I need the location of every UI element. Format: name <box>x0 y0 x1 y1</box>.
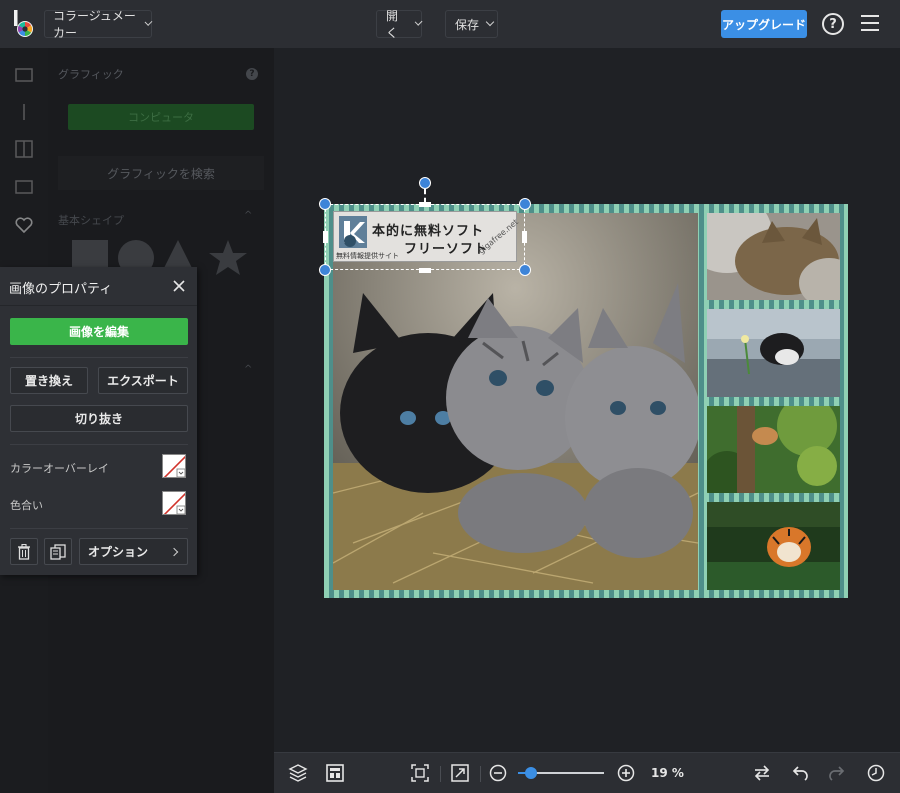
playing-kitten-photo[interactable] <box>707 309 840 397</box>
background-icon[interactable] <box>15 178 33 196</box>
heart-icon[interactable] <box>15 216 33 234</box>
options-button[interactable]: オプション <box>79 538 188 565</box>
sleeping-kitten-image <box>707 213 840 300</box>
zoom-in-icon[interactable] <box>616 763 636 783</box>
redo-icon[interactable] <box>827 763 847 783</box>
edit-image-button[interactable]: 画像を編集 <box>10 318 188 345</box>
open-label: 開く <box>386 9 399 40</box>
collage-maker-dropdown[interactable]: コラージュメーカー <box>44 9 153 40</box>
trash-icon <box>18 543 30 560</box>
zoom-out-icon[interactable] <box>488 763 508 783</box>
divider <box>10 357 188 358</box>
divider <box>10 444 188 445</box>
tint-swatch[interactable] <box>162 491 186 515</box>
close-icon[interactable] <box>172 279 186 293</box>
options-label: オプション <box>88 545 149 559</box>
duplicate-icon <box>50 543 66 560</box>
computer-button[interactable]: コンピュータ <box>68 104 254 130</box>
color-overlay-swatch[interactable] <box>162 454 186 478</box>
resize-handle-bottom-left[interactable] <box>319 264 331 276</box>
resize-handle-left[interactable] <box>323 231 328 243</box>
duplicate-button[interactable] <box>44 538 72 565</box>
tiger-image <box>707 502 840 590</box>
hamburger-menu-icon[interactable] <box>861 15 879 31</box>
resize-handle-bottom-right[interactable] <box>519 264 531 276</box>
basic-shapes-label: 基本シェイプ <box>58 214 124 227</box>
save-label: 保存 <box>455 17 480 32</box>
star-shape-icon <box>209 240 247 275</box>
resize-handle-bottom[interactable] <box>419 268 431 273</box>
collapse-caret-icon[interactable]: ^ <box>244 364 252 375</box>
tiger-photo[interactable] <box>707 502 840 590</box>
rotate-handle[interactable] <box>419 177 431 189</box>
image-properties-panel: 画像のプロパティ 画像を編集 置き換え エクスポート 切り抜き カラーオーバーレ… <box>0 267 197 575</box>
rotate-stem <box>424 189 426 203</box>
collapse-caret-icon[interactable]: ^ <box>244 210 252 221</box>
swap-icon[interactable] <box>752 763 772 783</box>
replace-button[interactable]: 置き換え <box>10 367 88 394</box>
image-properties-title: 画像のプロパティ <box>9 282 113 297</box>
toolbar-divider <box>440 766 441 782</box>
chevron-down-icon <box>485 17 495 27</box>
no-color-icon <box>163 492 185 514</box>
top-bar: コラージュメーカー 開く 保存 アップグレード ? <box>0 0 900 48</box>
zoom-slider-handle[interactable] <box>525 767 537 779</box>
grid-layout-icon[interactable] <box>325 763 345 783</box>
toolbar-divider <box>480 766 481 782</box>
collage-maker-label: コラージュメーカー <box>53 9 136 40</box>
adjust-icon[interactable] <box>15 103 33 121</box>
fit-to-screen-icon[interactable] <box>410 763 430 783</box>
resize-handle-top-left[interactable] <box>319 198 331 210</box>
tree-kitten-image <box>707 406 840 493</box>
history-icon[interactable] <box>866 763 886 783</box>
layers-icon[interactable] <box>288 763 308 783</box>
export-button[interactable]: エクスポート <box>98 367 188 394</box>
image-icon[interactable] <box>15 66 33 84</box>
divider <box>0 305 197 306</box>
chevron-down-icon <box>414 17 423 27</box>
no-color-icon <box>163 455 185 477</box>
resize-handle-top-right[interactable] <box>519 198 531 210</box>
help-icon[interactable]: ? <box>822 13 844 35</box>
search-graphics-button[interactable]: グラフィックを検索 <box>58 156 264 190</box>
sleeping-kitten-photo[interactable] <box>707 213 840 300</box>
resize-handle-right[interactable] <box>522 231 527 243</box>
layout-icon[interactable] <box>15 140 33 158</box>
resize-handle-top[interactable] <box>419 202 431 207</box>
tree-kitten-photo[interactable] <box>707 406 840 493</box>
upgrade-button[interactable]: アップグレード <box>721 10 807 38</box>
delete-button[interactable] <box>10 538 38 565</box>
tint-label: 色合い <box>10 499 43 512</box>
selection-box <box>325 204 525 270</box>
app-logo-icon[interactable] <box>12 10 38 38</box>
open-dropdown[interactable]: 開く <box>376 9 423 40</box>
expand-icon[interactable] <box>450 763 470 783</box>
color-overlay-label: カラーオーバーレイ <box>10 462 109 475</box>
graphics-title: グラフィック <box>58 68 124 81</box>
zoom-value: 19 % <box>651 766 684 780</box>
graphics-help-icon[interactable]: ? <box>246 68 258 80</box>
divider <box>10 528 188 529</box>
chevron-down-icon <box>144 18 153 26</box>
chevron-right-icon <box>169 547 179 557</box>
playing-kitten-image <box>707 309 840 397</box>
save-dropdown[interactable]: 保存 <box>445 10 498 38</box>
crop-button[interactable]: 切り抜き <box>10 405 188 432</box>
undo-icon[interactable] <box>790 763 810 783</box>
